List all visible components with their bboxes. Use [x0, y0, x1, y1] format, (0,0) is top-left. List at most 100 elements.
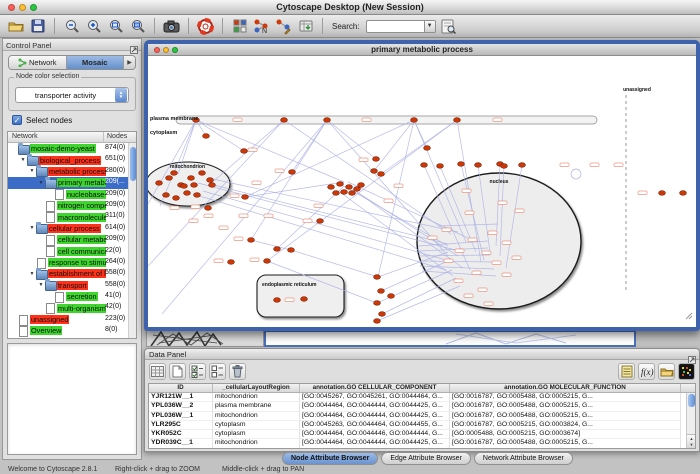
vizmapper-network-icon[interactable]: N: [252, 17, 271, 36]
network-tree: Network Nodes mosaic-demo-yeast874(0)▼bi…: [7, 131, 137, 339]
zoom-out-icon[interactable]: [62, 17, 81, 36]
tree-row[interactable]: nucleobase-209(0): [8, 189, 136, 200]
network-node: [454, 118, 461, 123]
data-panel-header[interactable]: Data Panel: [145, 349, 699, 360]
snapshot-camera-icon[interactable]: [162, 17, 181, 36]
expander-icon[interactable]: ▼: [37, 282, 45, 288]
network-node: [411, 118, 418, 123]
import-table-icon[interactable]: [296, 17, 315, 36]
tree-row[interactable]: ▼transport558(0): [8, 280, 136, 291]
tree-row-node-count: 264(0): [105, 258, 125, 265]
search-dropdown-icon[interactable]: ▼: [424, 20, 436, 33]
matrix-view-icon[interactable]: [678, 363, 695, 380]
node-color-selection-group: Node color selection transporter activit…: [8, 77, 136, 111]
table-row[interactable]: YKR052Ccytoplasm[GO:0044464, GO:0044446,…: [149, 430, 695, 439]
node-color-combobox[interactable]: transporter activity ▲▼: [15, 87, 129, 103]
unselect-attributes-icon[interactable]: [209, 363, 226, 380]
zoom-in-icon[interactable]: [84, 17, 103, 36]
plugin-grid-icon[interactable]: [230, 17, 249, 36]
select-nodes-checkbox[interactable]: ✓: [12, 115, 22, 125]
tab-network[interactable]: Network: [9, 56, 67, 69]
expander-icon[interactable]: ▼: [37, 180, 45, 186]
table-row[interactable]: YLR295Ccytoplasm[GO:0045263, GO:0044464,…: [149, 421, 695, 430]
tab-edge-attribute-browser[interactable]: Edge Attribute Browser: [381, 452, 471, 465]
network-node: [301, 297, 308, 302]
node-label-tag: [219, 226, 228, 230]
zoom-fit-icon[interactable]: [128, 17, 147, 36]
import-attributes-icon[interactable]: [658, 363, 675, 380]
folder-icon: [45, 179, 56, 187]
edit-network-icon[interactable]: [274, 17, 293, 36]
svg-text:f(x): f(x): [641, 367, 654, 377]
table-row[interactable]: YPL036W__1mitochondrion[GO:0044464, GO:0…: [149, 412, 695, 421]
table-row[interactable]: YDR039C__1mitochondrion[GO:0044464, GO:0…: [149, 439, 695, 448]
tree-row[interactable]: macromolecule311(0): [8, 211, 136, 222]
tree-row-label: macromolecule: [57, 213, 106, 222]
new-attribute-icon[interactable]: [169, 363, 186, 380]
tree-row[interactable]: cell communicat22(0): [8, 246, 136, 257]
tree-row[interactable]: mosaic-demo-yeast874(0): [8, 143, 136, 154]
tree-row[interactable]: ▼cellular process614(0): [8, 223, 136, 234]
network-doc-icon: [54, 293, 65, 301]
tab-network-attribute-browser[interactable]: Network Attribute Browser: [474, 452, 573, 465]
table-scrollbar[interactable]: ▲▼: [686, 393, 695, 448]
network-canvas[interactable]: plasma membranecytoplasmmitochondrionnuc…: [148, 56, 694, 326]
table-column-header[interactable]: annotation.GO MOLECULAR_FUNCTION: [450, 384, 681, 392]
tree-row[interactable]: Overview8(0): [8, 325, 136, 336]
network-doc-icon: [54, 190, 65, 198]
expander-icon[interactable]: ▼: [28, 168, 36, 174]
table-cell: cytoplasm: [213, 430, 300, 439]
expander-icon[interactable]: ▼: [28, 225, 36, 231]
tree-row-node-count: 41(0): [105, 292, 121, 299]
network-window-title-bar[interactable]: primary metabolic process: [148, 44, 696, 56]
tree-row[interactable]: ▼primary metabo209(...: [8, 177, 136, 188]
combobox-stepper-icon: ▲▼: [115, 88, 127, 102]
network-node: [501, 164, 508, 169]
tree-row[interactable]: ▼biological_process651(0): [8, 154, 136, 165]
table-cell: YPL036W__2: [149, 402, 213, 411]
network-node: [680, 191, 687, 196]
compartment-label: plasma membrane: [150, 116, 198, 122]
zoom-selected-icon[interactable]: [106, 17, 125, 36]
tree-row[interactable]: ▼establishment of lo558(0): [8, 268, 136, 279]
table-cell: cytoplasm: [213, 421, 300, 430]
table-column-header[interactable]: annotation.GO CELLULAR_COMPONENT: [300, 384, 450, 392]
table-scrollbar-arrows[interactable]: ▲▼: [687, 434, 696, 448]
tab-node-attribute-browser[interactable]: Node Attribute Browser: [282, 452, 378, 465]
save-icon[interactable]: [28, 17, 47, 36]
tab-mosaic[interactable]: Mosaic: [67, 56, 125, 69]
tree-row[interactable]: multi-organism pro42(0): [8, 302, 136, 313]
tree-row[interactable]: ▼metabolic process280(0): [8, 166, 136, 177]
hidden-network-window-fragment[interactable]: [264, 330, 636, 347]
birdseye-view-panel[interactable]: [7, 343, 137, 455]
tree-row[interactable]: unassigned223(0): [8, 314, 136, 325]
tree-row[interactable]: secretion41(0): [8, 291, 136, 302]
expander-icon[interactable]: ▼: [19, 157, 27, 163]
open-file-icon[interactable]: [6, 17, 25, 36]
tab-overflow-arrow-icon[interactable]: ▶: [124, 56, 135, 69]
select-attributes-icon[interactable]: [189, 363, 206, 380]
table-row[interactable]: YPL036W__2plasma membrane[GO:0044464, GO…: [149, 402, 695, 411]
search-input[interactable]: [366, 20, 424, 33]
expander-icon[interactable]: ▼: [28, 271, 36, 277]
function-builder-icon[interactable]: f(x): [638, 363, 655, 380]
attribute-editor-icon[interactable]: [618, 363, 635, 380]
tree-row[interactable]: cellular metabo209(0): [8, 234, 136, 245]
network-node: [205, 206, 212, 211]
help-ring-icon[interactable]: [196, 17, 215, 36]
table-column-header[interactable]: _cellularLayoutRegion: [213, 384, 300, 392]
table-scrollbar-thumb[interactable]: [688, 394, 695, 407]
table-cell: [GO:0045267, GO:0045261, GO:0044464, G..…: [300, 393, 450, 402]
table-row[interactable]: YJR121W__1mitochondrion[GO:0045267, GO:0…: [149, 393, 695, 402]
delete-attribute-icon[interactable]: [229, 363, 246, 380]
tree-row[interactable]: response to stimulu264(0): [8, 257, 136, 268]
enhanced-search-icon[interactable]: [439, 17, 458, 36]
table-column-header[interactable]: ID: [149, 384, 213, 392]
attribute-grid-icon[interactable]: [149, 363, 166, 380]
canvas-resize-grip-icon[interactable]: [685, 307, 693, 325]
toolbar-separator: [188, 18, 189, 34]
attribute-table: ID_cellularLayoutRegionannotation.GO CEL…: [148, 383, 696, 449]
node-color-combobox-value: transporter activity: [16, 91, 115, 100]
tree-row[interactable]: nitrogen compo209(0): [8, 200, 136, 211]
tree-scrollbar[interactable]: [128, 143, 136, 338]
